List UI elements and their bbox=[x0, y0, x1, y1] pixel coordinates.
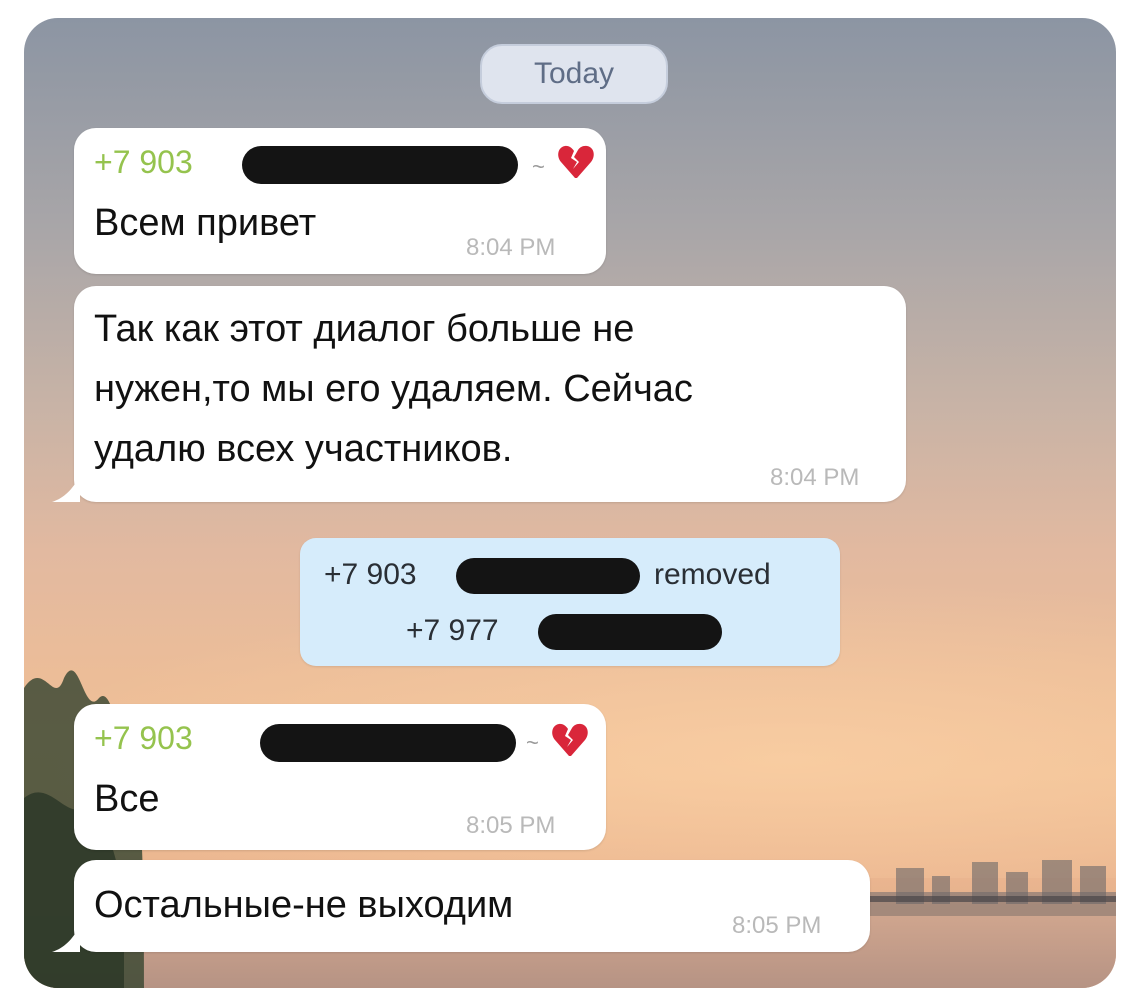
message-bubble[interactable]: +7 903 ~ Все 8:05 PM bbox=[74, 704, 606, 850]
message-line: нужен,то мы его удаляем. Сейчас bbox=[94, 368, 693, 410]
message-bubble[interactable]: Так как этот диалог больше не нужен,то м… bbox=[52, 286, 906, 502]
bubble-tail bbox=[52, 476, 80, 502]
status-separator: ~ bbox=[526, 730, 539, 755]
message-time: 8:05 PM bbox=[466, 812, 556, 839]
chat-window: Today +7 903 ~ Всем привет 8:04 PM Так к… bbox=[24, 18, 1116, 988]
message-text: Все bbox=[94, 778, 160, 820]
bubble-tail bbox=[52, 926, 80, 952]
notice-actor: +7 903 bbox=[324, 558, 417, 591]
system-notice: +7 903 removed +7 977 bbox=[300, 538, 840, 666]
message-line: удалю всех участников. bbox=[94, 428, 513, 470]
redacted-phone bbox=[242, 146, 518, 184]
message-line: Так как этот диалог больше не bbox=[94, 308, 635, 350]
redacted-phone bbox=[456, 558, 640, 594]
redacted-phone bbox=[538, 614, 722, 650]
message-time: 8:04 PM bbox=[770, 464, 860, 491]
notice-action: removed bbox=[654, 558, 771, 591]
status-separator: ~ bbox=[532, 154, 545, 179]
notice-target: +7 977 bbox=[406, 614, 499, 647]
message-time: 8:05 PM bbox=[732, 912, 822, 939]
message-text: Всем привет bbox=[94, 202, 317, 244]
message-bubble[interactable]: +7 903 ~ Всем привет 8:04 PM bbox=[74, 128, 606, 274]
broken-heart-icon bbox=[556, 142, 596, 182]
message-time: 8:04 PM bbox=[466, 234, 556, 261]
sender-name[interactable]: +7 903 bbox=[94, 144, 193, 181]
sender-name[interactable]: +7 903 bbox=[94, 720, 193, 757]
broken-heart-icon bbox=[550, 720, 590, 760]
message-text: Остальные-не выходим bbox=[94, 884, 514, 926]
date-separator: Today bbox=[480, 44, 668, 104]
message-bubble[interactable]: Остальные-не выходим 8:05 PM bbox=[52, 860, 870, 952]
redacted-phone bbox=[260, 724, 516, 762]
